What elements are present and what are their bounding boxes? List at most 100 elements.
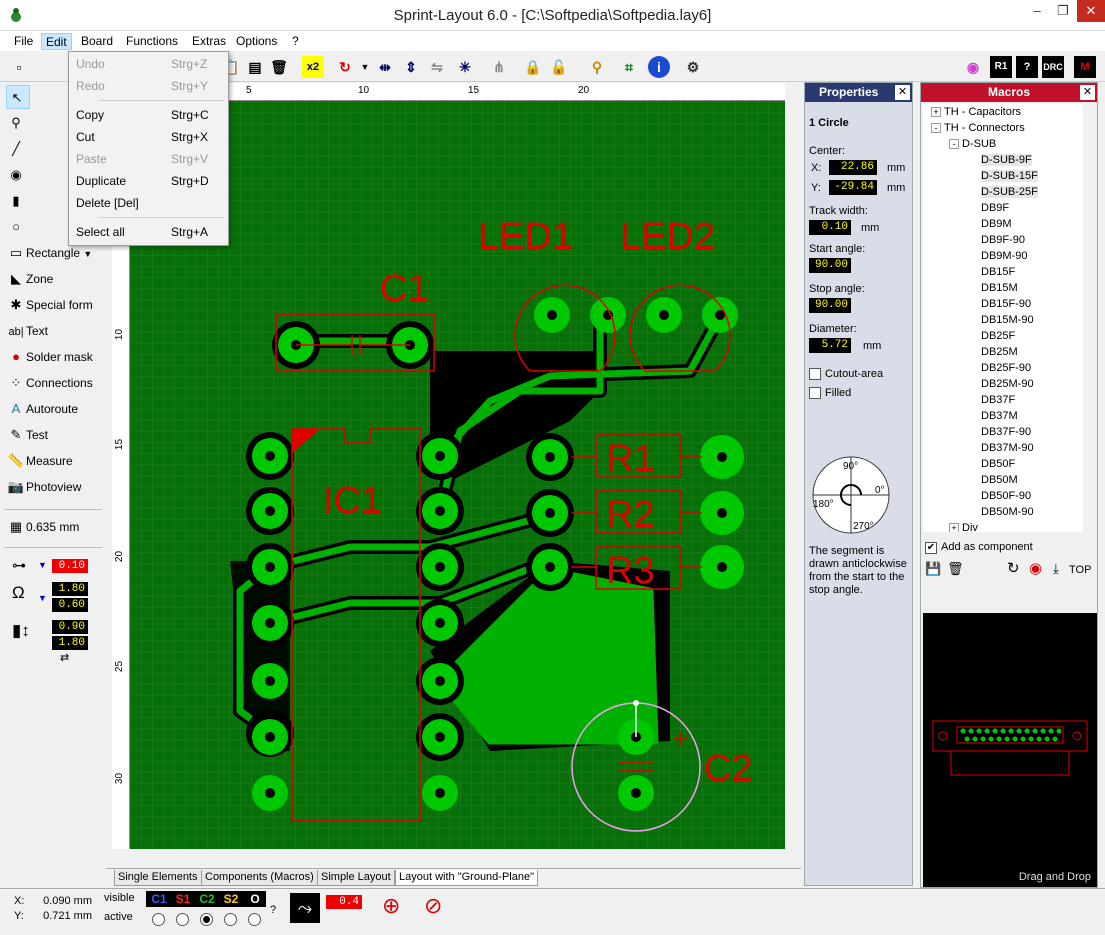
menu-options[interactable]: Options [232, 33, 281, 50]
menu-item-paste[interactable]: Paste Strg+V [71, 148, 226, 170]
tree-item[interactable]: - D-SUB [923, 136, 1083, 152]
track-width-value[interactable]: 0.10 [52, 559, 88, 573]
align-icon[interactable]: ⇋ [426, 56, 448, 78]
tree-item[interactable]: DB25F-90 [923, 360, 1083, 376]
r1-icon[interactable]: R1 [990, 56, 1012, 78]
pad-array-icon[interactable]: ⚙ [682, 56, 704, 78]
via-icon[interactable]: ◉ [962, 56, 984, 78]
snap-icon[interactable]: ✳ [454, 56, 476, 78]
tree-item[interactable]: D-SUB-25F [923, 184, 1083, 200]
crosshair-icon[interactable]: ⊕ [382, 893, 400, 919]
center-x-field[interactable]: 22.86 [829, 160, 877, 175]
tree-item[interactable]: DB15M-90 [923, 312, 1083, 328]
layer-top-icon[interactable]: ⤓ [1053, 561, 1059, 577]
search-icon[interactable]: ⚲ [586, 56, 608, 78]
menu-help[interactable]: ? [288, 33, 303, 50]
tool-photoview[interactable]: 📷 Photoview [6, 475, 106, 499]
tree-item[interactable]: DB9F [923, 200, 1083, 216]
layer-c1-radio[interactable] [152, 913, 165, 926]
tab-single-elements[interactable]: Single Elements [114, 870, 202, 886]
close-icon[interactable]: ✕ [895, 85, 910, 100]
tree-scrollbar[interactable] [1083, 104, 1097, 532]
expand-icon[interactable]: + [931, 107, 941, 117]
zoom-x2-icon[interactable]: x2 [302, 56, 324, 78]
tree-item[interactable]: DB9M-90 [923, 248, 1083, 264]
stop-angle-field[interactable]: 90.00 [809, 298, 851, 313]
chevron-down-icon[interactable]: ▼ [38, 593, 47, 603]
menu-extras[interactable]: Extras [188, 33, 230, 50]
tree-item[interactable]: DB37F-90 [923, 424, 1083, 440]
layer-s1-label[interactable]: S1 [172, 892, 194, 906]
canvas-horizontal-scrollbar[interactable] [130, 849, 785, 865]
tool-special-form[interactable]: ✱ Special form [6, 293, 106, 317]
menu-item-delete[interactable]: Delete [Del] [71, 192, 226, 214]
layer-o-radio[interactable] [248, 913, 261, 926]
tool-solder-mask[interactable]: ● Solder mask [6, 345, 106, 369]
tree-item[interactable]: DB25M [923, 344, 1083, 360]
tree-item[interactable]: + Div [923, 520, 1083, 532]
tool-measure[interactable]: 📏 Measure [6, 449, 106, 473]
smd-height-value[interactable]: 1.80 [52, 636, 88, 650]
macro-m-icon[interactable]: M [1074, 56, 1096, 78]
trash-icon[interactable]: 🗑 [947, 561, 964, 577]
pad-inner-value[interactable]: 0.60 [52, 598, 88, 612]
tree-item[interactable]: DB37M-90 [923, 440, 1083, 456]
tree-item[interactable]: DB15M [923, 280, 1083, 296]
rotate-icon[interactable]: ↻ [1007, 559, 1020, 577]
tool-zone[interactable]: ◣ Zone [6, 267, 106, 291]
record-icon[interactable]: ◉ [1029, 559, 1042, 577]
tab-components[interactable]: Components (Macros) [201, 870, 318, 886]
crop-icon[interactable]: ⌗ [618, 56, 640, 78]
tree-item[interactable]: DB37M [923, 408, 1083, 424]
help-layer-icon[interactable]: ? [1016, 56, 1038, 78]
tree-item[interactable]: D-SUB-15F [923, 168, 1083, 184]
tab-simple-layout[interactable]: Simple Layout [317, 870, 395, 886]
tree-item[interactable]: DB15F-90 [923, 296, 1083, 312]
menu-item-duplicate[interactable]: Duplicate Strg+D [71, 170, 226, 192]
tree-item[interactable]: DB9F-90 [923, 232, 1083, 248]
tab-ground-plane[interactable]: Layout with "Ground-Plane" [395, 870, 538, 886]
trash-icon[interactable]: 🗑 [268, 56, 290, 78]
layer-s2-label[interactable]: S2 [220, 892, 242, 906]
macro-preview[interactable]: Drag and Drop [923, 613, 1097, 887]
menu-board[interactable]: Board [77, 33, 117, 50]
grid-size[interactable]: ▦ 0.635 mm [6, 515, 106, 539]
mirror-vertical-icon[interactable]: ⇕ [400, 56, 422, 78]
start-angle-field[interactable]: 90.00 [809, 258, 851, 273]
expand-icon[interactable]: + [949, 523, 959, 532]
tool-test[interactable]: ✎ Test [6, 423, 106, 447]
smd-width-value[interactable]: 0.90 [52, 620, 88, 634]
tree-item[interactable]: DB50M [923, 472, 1083, 488]
menu-edit[interactable]: Edit [41, 33, 72, 50]
tree-item[interactable]: DB50F [923, 456, 1083, 472]
unlock-icon[interactable]: 🔓 [548, 56, 570, 78]
menu-file[interactable]: File [10, 33, 37, 50]
pad-outer-value[interactable]: 1.80 [52, 582, 88, 596]
tool-text[interactable]: ab| Text [6, 319, 106, 343]
status-track-width[interactable]: 0.4 [326, 895, 362, 909]
layer-s1-radio[interactable] [176, 913, 189, 926]
tree-item[interactable]: DB50F-90 [923, 488, 1083, 504]
cutout-checkbox[interactable] [809, 368, 821, 380]
layer-c2-label[interactable]: C2 [196, 892, 218, 906]
menu-item-undo[interactable]: Undo Strg+Z [71, 53, 226, 75]
layer-c1-label[interactable]: C1 [148, 892, 170, 906]
track-mode-icon[interactable]: ⤳ [290, 893, 320, 923]
mirror-horizontal-icon[interactable]: ⇹ [374, 56, 396, 78]
group-icon[interactable]: ⋔ [488, 56, 510, 78]
menu-item-cut[interactable]: Cut Strg+X [71, 126, 226, 148]
minimize-button[interactable]: – [1026, 0, 1048, 22]
tree-item[interactable]: DB9M [923, 216, 1083, 232]
diameter-field[interactable]: 5.72 [809, 338, 851, 353]
add-component-checkbox[interactable]: ✔ [925, 542, 937, 554]
layer-c2-radio[interactable] [200, 913, 213, 926]
center-y-field[interactable]: -29.84 [829, 180, 877, 195]
drc-icon[interactable]: DRC [1042, 56, 1064, 78]
collapse-icon[interactable]: - [931, 123, 941, 133]
menu-item-select-all[interactable]: Select all Strg+A [71, 221, 226, 243]
menu-functions[interactable]: Functions [122, 33, 182, 50]
layer-s2-radio[interactable] [224, 913, 237, 926]
info-icon[interactable]: i [648, 56, 670, 78]
tool-autoroute[interactable]: A Autoroute [6, 397, 106, 421]
chevron-down-icon[interactable]: ▼ [38, 560, 47, 570]
